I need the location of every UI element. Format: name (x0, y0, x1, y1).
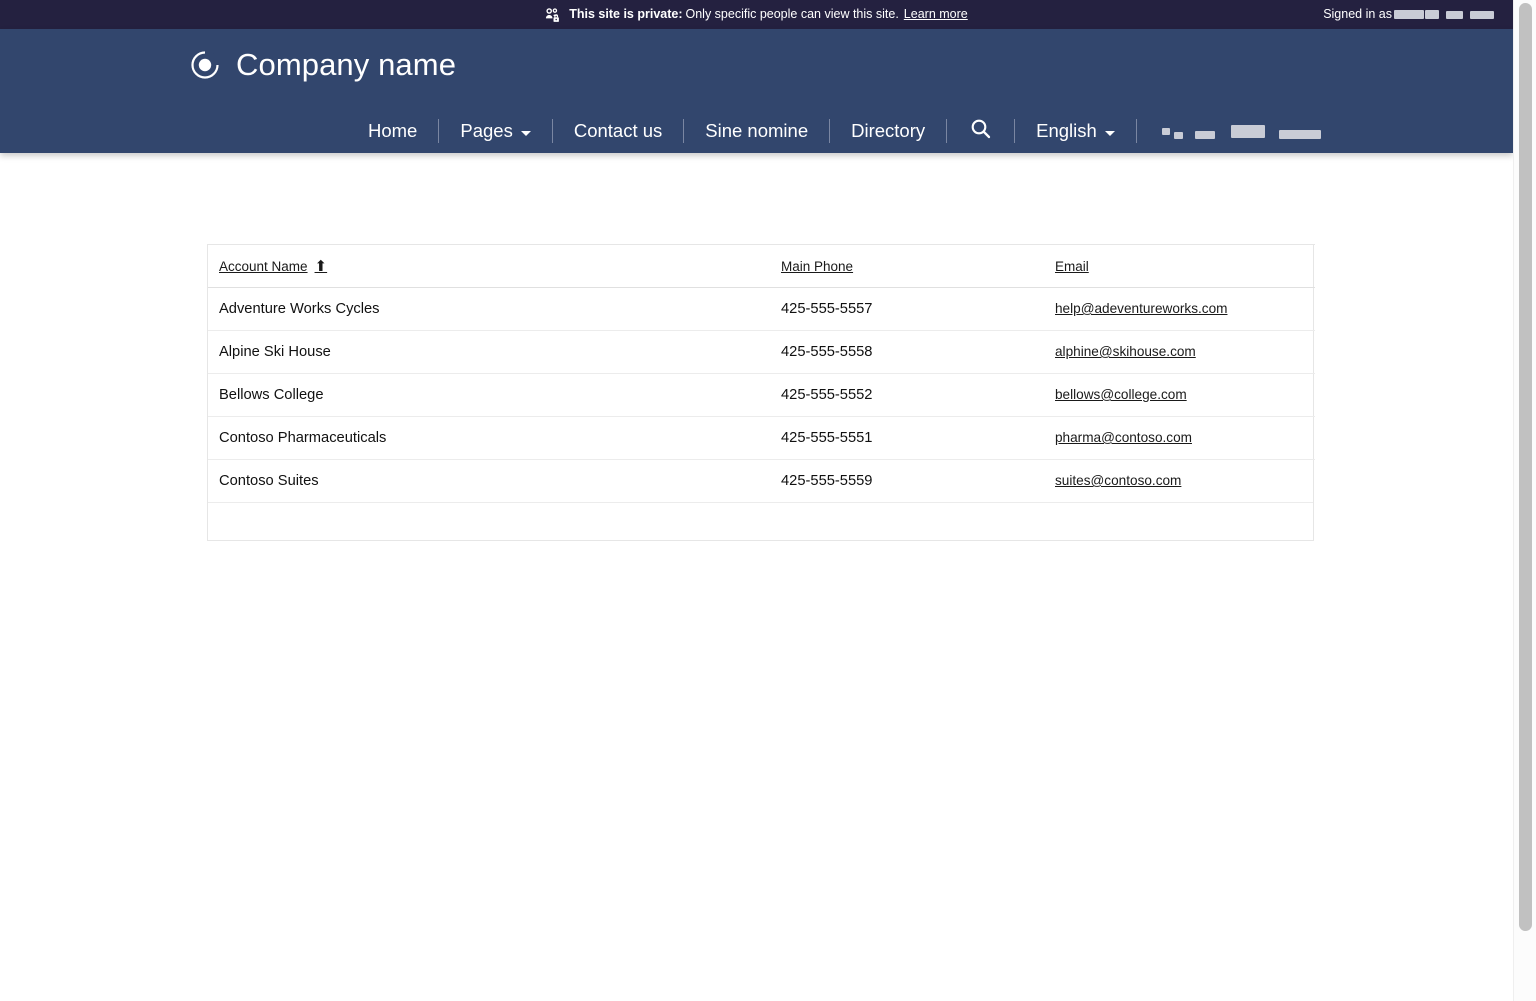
account-list-container: Account Name ⬆ Main Phone (207, 244, 1314, 541)
signed-in-label: Signed in as (1323, 0, 1392, 29)
cell-account-name: Alpine Ski House (208, 331, 770, 374)
email-link[interactable]: alphine@skihouse.com (1055, 344, 1196, 359)
sort-main-phone-link[interactable]: Main Phone (781, 259, 853, 274)
nav-item-contact-us[interactable]: Contact us (562, 120, 674, 142)
redacted-user-block (1231, 125, 1265, 138)
chevron-down-icon (1105, 131, 1115, 136)
nav-divider (552, 119, 553, 143)
signed-in-status: Signed in as (1323, 0, 1494, 29)
table-row[interactable]: Contoso Pharmaceuticals 425-555-5551 pha… (208, 417, 1315, 460)
column-label: Main Phone (781, 259, 853, 274)
site-privacy-banner: This site is private: Only specific peop… (0, 0, 1513, 29)
sort-account-name-link[interactable]: Account Name ⬆ (219, 259, 327, 274)
nav-label: Pages (460, 120, 512, 142)
cell-account-name: Bellows College (208, 374, 770, 417)
nav-label: Directory (851, 120, 925, 142)
redacted-username-block (1470, 11, 1494, 19)
nav-divider (1014, 119, 1015, 143)
table-header: Account Name ⬆ Main Phone (208, 245, 1315, 288)
cell-main-phone: 425-555-5558 (770, 331, 1044, 374)
cell-email: alphine@skihouse.com (1044, 331, 1315, 374)
cell-main-phone: 425-555-5557 (770, 288, 1044, 331)
scrollbar-thumb[interactable] (1519, 3, 1532, 931)
cell-main-phone: 425-555-5559 (770, 460, 1044, 503)
brand-home-link[interactable]: Company name (190, 47, 456, 83)
nav-divider (946, 119, 947, 143)
cell-main-phone: 425-555-5552 (770, 374, 1044, 417)
cell-email: suites@contoso.com (1044, 460, 1315, 503)
email-link[interactable]: help@adeventureworks.com (1055, 301, 1227, 316)
language-label: English (1036, 120, 1097, 142)
company-name: Company name (236, 47, 456, 83)
cell-account-name: Contoso Suites (208, 460, 770, 503)
cell-email: pharma@contoso.com (1044, 417, 1315, 460)
column-label: Email (1055, 259, 1089, 274)
nav-label: Sine nomine (705, 120, 808, 142)
nav-item-home[interactable]: Home (356, 120, 429, 142)
search-icon (970, 118, 991, 144)
table-footer (208, 502, 1313, 540)
page-scrollbar[interactable] (1513, 0, 1536, 1001)
nav-divider (829, 119, 830, 143)
privacy-description: Only specific people can view this site. (686, 0, 899, 29)
table-row[interactable]: Bellows College 425-555-5552 bellows@col… (208, 374, 1315, 417)
concentric-circle-logo-icon (190, 50, 220, 80)
nav-item-pages[interactable]: Pages (448, 120, 542, 142)
nav-item-directory[interactable]: Directory (839, 120, 937, 142)
email-link[interactable]: suites@contoso.com (1055, 473, 1181, 488)
column-header-account-name[interactable]: Account Name ⬆ (208, 245, 770, 288)
redacted-user-block (1174, 132, 1183, 139)
search-button[interactable] (956, 118, 1005, 144)
email-link[interactable]: bellows@college.com (1055, 387, 1187, 402)
redacted-user-block (1279, 130, 1321, 139)
column-header-main-phone[interactable]: Main Phone (770, 245, 1044, 288)
page-root: This site is private: Only specific peop… (0, 0, 1536, 1001)
nav-divider (438, 119, 439, 143)
main-navigation: Home Pages Contact us Sine nomine Dir (356, 111, 1321, 151)
account-list-table: Account Name ⬆ Main Phone (208, 244, 1315, 502)
cell-account-name: Contoso Pharmaceuticals (208, 417, 770, 460)
privacy-message: This site is private: Only specific peop… (0, 0, 1513, 29)
nav-label: Contact us (574, 120, 662, 142)
privacy-label: This site is private: (569, 0, 682, 29)
nav-label: Home (368, 120, 417, 142)
table-header-row: Account Name ⬆ Main Phone (208, 245, 1315, 288)
learn-more-link[interactable]: Learn more (904, 0, 968, 29)
redacted-username-block (1446, 11, 1463, 19)
nav-item-sine-nomine[interactable]: Sine nomine (693, 120, 820, 142)
table-body: Adventure Works Cycles 425-555-5557 help… (208, 288, 1315, 503)
people-lock-icon (545, 8, 562, 23)
column-label: Account Name (219, 259, 308, 274)
chevron-down-icon (521, 131, 531, 136)
cell-email: help@adeventureworks.com (1044, 288, 1315, 331)
cell-main-phone: 425-555-5551 (770, 417, 1044, 460)
cell-email: bellows@college.com (1044, 374, 1315, 417)
sort-ascending-icon: ⬆ (315, 259, 328, 274)
site-header: Company name Home Pages Contact us Sine (0, 29, 1513, 153)
email-link[interactable]: pharma@contoso.com (1055, 430, 1192, 445)
user-account-menu[interactable] (1146, 125, 1321, 138)
language-selector[interactable]: English (1024, 120, 1127, 142)
nav-divider (1136, 119, 1137, 143)
redacted-user-block (1195, 131, 1215, 139)
redacted-username-block (1425, 10, 1439, 19)
column-header-email[interactable]: Email (1044, 245, 1315, 288)
redacted-user-block (1162, 128, 1170, 135)
nav-divider (683, 119, 684, 143)
table-row[interactable]: Contoso Suites 425-555-5559 suites@conto… (208, 460, 1315, 503)
table-row[interactable]: Adventure Works Cycles 425-555-5557 help… (208, 288, 1315, 331)
sort-email-link[interactable]: Email (1055, 259, 1089, 274)
cell-account-name: Adventure Works Cycles (208, 288, 770, 331)
main-content: Account Name ⬆ Main Phone (0, 153, 1513, 853)
redacted-username-block (1394, 10, 1424, 19)
browser-viewport: This site is private: Only specific peop… (0, 0, 1513, 1001)
table-row[interactable]: Alpine Ski House 425-555-5558 alphine@sk… (208, 331, 1315, 374)
